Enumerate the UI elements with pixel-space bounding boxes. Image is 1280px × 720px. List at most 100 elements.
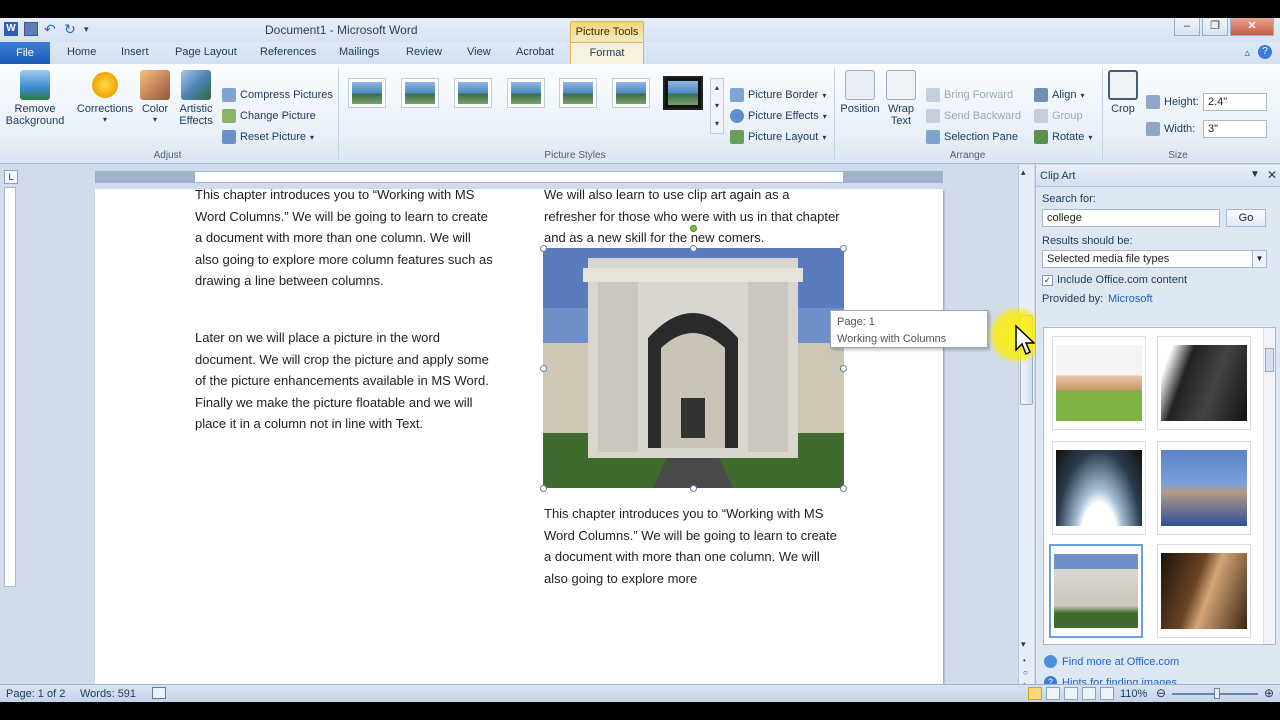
zoom-level[interactable]: 110%: [1120, 688, 1147, 700]
close-button[interactable]: ✕: [1230, 18, 1274, 36]
send-backward-button[interactable]: Send Backward: [926, 109, 1021, 123]
color-button[interactable]: Color ▾: [138, 70, 172, 124]
resize-handle-tr[interactable]: [840, 245, 847, 252]
resize-handle-t[interactable]: [690, 245, 697, 252]
draft-view-icon[interactable]: [1100, 687, 1114, 700]
picture-style-5[interactable]: [559, 78, 597, 108]
resize-handle-b[interactable]: [690, 485, 697, 492]
compress-pictures-button[interactable]: Compress Pictures: [222, 88, 333, 102]
zoom-slider-thumb[interactable]: [1214, 688, 1220, 699]
save-icon[interactable]: [24, 22, 38, 36]
picture-effects-button[interactable]: Picture Effects ▾: [730, 109, 827, 123]
tab-references[interactable]: References: [260, 46, 316, 58]
vertical-scrollbar[interactable]: ▴ ▾ •○•: [1018, 165, 1034, 698]
horizontal-ruler[interactable]: [95, 171, 943, 183]
redo-icon[interactable]: ↻: [64, 22, 78, 36]
picture-style-2[interactable]: [401, 78, 439, 108]
change-picture-button[interactable]: Change Picture: [222, 109, 316, 123]
scroll-up-icon[interactable]: ▴: [1021, 167, 1026, 178]
tab-page-layout[interactable]: Page Layout: [175, 46, 237, 58]
height-field[interactable]: 2.4": [1203, 93, 1267, 111]
close-pane-icon[interactable]: ✕: [1267, 168, 1277, 182]
undo-icon[interactable]: ↶: [44, 22, 58, 36]
clip-result-1[interactable]: [1052, 336, 1146, 430]
ruler-right-margin: [843, 171, 943, 183]
clip-result-3[interactable]: [1052, 441, 1146, 535]
clip-result-6[interactable]: [1157, 544, 1251, 638]
picture-style-3[interactable]: [454, 78, 492, 108]
results-scrollbar[interactable]: [1263, 328, 1275, 644]
selected-picture[interactable]: [543, 248, 844, 488]
selection-pane-button[interactable]: Selection Pane: [926, 130, 1018, 144]
pane-options-icon[interactable]: ▼: [1250, 169, 1260, 180]
resize-handle-bl[interactable]: [540, 485, 547, 492]
word-count[interactable]: Words: 591: [80, 688, 136, 700]
bring-forward-button[interactable]: Bring Forward: [926, 88, 1013, 102]
search-input[interactable]: college: [1042, 209, 1220, 227]
include-office-checkbox[interactable]: ✓ Include Office.com content: [1042, 274, 1187, 286]
align-button[interactable]: Align ▾: [1034, 88, 1084, 102]
scroll-down-icon[interactable]: ▾: [1021, 639, 1026, 650]
tab-acrobat[interactable]: Acrobat: [516, 46, 554, 58]
tab-file[interactable]: File: [0, 42, 50, 64]
media-type-select[interactable]: Selected media file types ▼: [1042, 250, 1267, 268]
picture-style-7[interactable]: [663, 76, 703, 110]
tab-insert[interactable]: Insert: [121, 46, 149, 58]
resize-handle-tl[interactable]: [540, 245, 547, 252]
tab-home[interactable]: Home: [67, 46, 96, 58]
resize-handle-r[interactable]: [840, 365, 847, 372]
crop-label: Crop: [1111, 103, 1135, 115]
width-label: Width:: [1164, 123, 1196, 135]
results-scroll-thumb[interactable]: [1265, 348, 1274, 372]
help-icon[interactable]: ?: [1258, 45, 1272, 59]
width-field[interactable]: 3": [1203, 120, 1267, 138]
clip-result-5[interactable]: [1049, 544, 1143, 638]
tab-view[interactable]: View: [467, 46, 491, 58]
zoom-in-icon[interactable]: ⊕: [1264, 686, 1274, 700]
document-page[interactable]: This chapter introduces you to “Working …: [95, 187, 943, 691]
styles-gallery-scroll[interactable]: ▴ ▾ ▾: [710, 78, 724, 134]
wrap-text-icon: [886, 70, 916, 100]
zoom-out-icon[interactable]: ⊖: [1156, 686, 1166, 700]
vertical-ruler[interactable]: [4, 187, 16, 587]
position-button[interactable]: Position: [838, 70, 882, 115]
resize-handle-br[interactable]: [840, 485, 847, 492]
resize-handle-l[interactable]: [540, 365, 547, 372]
remove-background-button[interactable]: Remove Background: [4, 70, 66, 127]
maximize-button[interactable]: ❐: [1202, 18, 1228, 36]
rotate-button[interactable]: Rotate ▾: [1034, 130, 1092, 144]
page-count[interactable]: Page: 1 of 2: [6, 688, 65, 700]
find-more-link[interactable]: Find more at Office.com: [1044, 655, 1179, 668]
right-column-paragraph-2: This chapter introduces you to “Working …: [544, 506, 837, 586]
clip-result-2[interactable]: [1157, 336, 1251, 430]
tab-mailings[interactable]: Mailings: [339, 46, 379, 58]
web-layout-view-icon[interactable]: [1064, 687, 1078, 700]
wrap-text-button[interactable]: Wrap Text: [882, 70, 920, 127]
full-screen-view-icon[interactable]: [1046, 687, 1060, 700]
picture-style-6[interactable]: [612, 78, 650, 108]
tab-format[interactable]: Format: [570, 42, 644, 64]
minimize-button[interactable]: –: [1174, 18, 1200, 36]
clip-result-4[interactable]: [1157, 441, 1251, 535]
rotate-handle[interactable]: [690, 225, 697, 232]
picture-style-1[interactable]: [348, 78, 386, 108]
left-column-paragraph-2: Later on we will place a picture in the …: [195, 330, 489, 431]
picture-layout-button[interactable]: Picture Layout ▾: [730, 130, 826, 144]
picture-border-button[interactable]: Picture Border ▾: [730, 88, 826, 102]
group-button[interactable]: Group: [1034, 109, 1083, 123]
provider-link[interactable]: Microsoft: [1108, 293, 1153, 305]
reset-picture-button[interactable]: Reset Picture ▾: [222, 130, 314, 144]
artistic-effects-button[interactable]: Artistic Effects: [174, 70, 218, 127]
corrections-button[interactable]: Corrections ▾: [75, 70, 135, 124]
minimize-ribbon-icon[interactable]: ▵: [1244, 46, 1250, 59]
picture-style-4[interactable]: [507, 78, 545, 108]
outline-view-icon[interactable]: [1082, 687, 1096, 700]
print-layout-view-icon[interactable]: [1028, 687, 1042, 700]
position-label: Position: [840, 103, 880, 115]
proofing-icon[interactable]: [152, 687, 166, 699]
customize-qat-icon[interactable]: ▾: [84, 22, 98, 36]
tab-review[interactable]: Review: [406, 46, 442, 58]
go-button[interactable]: Go: [1226, 209, 1266, 227]
tab-selector[interactable]: L: [4, 170, 18, 184]
crop-button[interactable]: Crop: [1106, 70, 1140, 115]
